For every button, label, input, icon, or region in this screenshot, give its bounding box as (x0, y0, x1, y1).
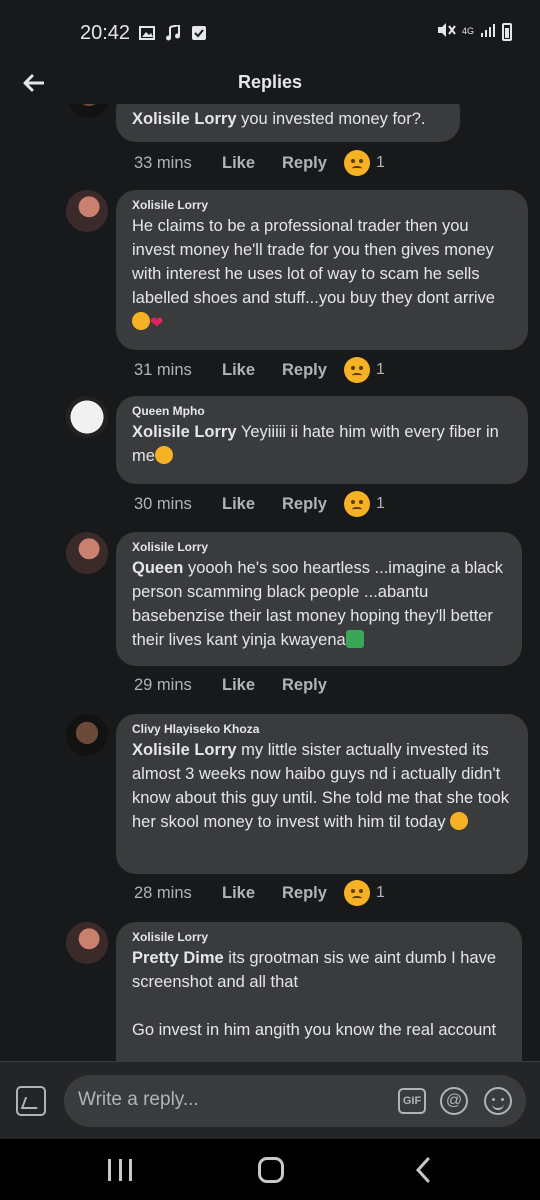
mention[interactable]: Queen (132, 559, 183, 577)
comment-actions: 33 mins Like Reply 1 (134, 150, 385, 176)
comment-actions: 28 mins Like Reply 1 (134, 880, 385, 906)
broken-heart-emoji: ❤ (150, 315, 164, 332)
avatar[interactable] (68, 104, 110, 118)
check-notification-icon (190, 24, 208, 42)
mention[interactable]: Xolisile Lorry (132, 423, 237, 441)
status-notifications (138, 24, 208, 42)
like-button[interactable]: Like (222, 154, 282, 173)
reply-button[interactable]: Reply (282, 884, 342, 903)
like-button[interactable]: Like (222, 495, 282, 514)
reply-button[interactable]: Reply (282, 154, 342, 173)
avatar[interactable] (66, 922, 108, 964)
header: Replies (0, 64, 540, 104)
mention[interactable]: Pretty Dime (132, 949, 224, 967)
like-button[interactable]: Like (222, 676, 282, 695)
comment-text-paragraph: Go invest in him angith you know the rea… (132, 1021, 497, 1039)
status-system-icons: 4G (436, 22, 512, 41)
comment-text: He claims to be a professional trader th… (132, 214, 512, 336)
comment-bubble: Clivy Hlayiseko Khoza Xolisile Lorry my … (116, 714, 528, 874)
reaction-count: 1 (376, 495, 385, 512)
music-notification-icon (164, 24, 182, 42)
comment-actions: 31 mins Like Reply 1 (134, 357, 385, 383)
system-nav-bar (0, 1139, 540, 1200)
gif-icon[interactable]: GIF (398, 1088, 426, 1114)
comment-bubble: Queen Mpho Xolisile Lorry Yeyiiiii ii ha… (116, 396, 528, 484)
reaction-summary[interactable]: 1 (344, 880, 385, 906)
reply-composer: Write a reply... GIF @ (0, 1061, 540, 1139)
comment-text: Xolisile Lorry you invested money for?. (132, 110, 426, 128)
photo-icon[interactable] (16, 1086, 46, 1116)
comment-actions: 29 mins Like Reply (134, 676, 342, 695)
mention[interactable]: Xolisile Lorry (132, 110, 237, 128)
status-bar: 20:42 4G (0, 0, 540, 64)
comment-author[interactable]: Xolisile Lorry (132, 930, 506, 944)
comment-author[interactable]: Queen Mpho (132, 404, 512, 418)
comment-bubble: Xolisile Lorry Pretty Dime its grootman … (116, 922, 522, 1061)
network-type: 4G (461, 26, 474, 36)
comment-time: 33 mins (134, 153, 192, 172)
reply-button[interactable]: Reply (282, 495, 342, 514)
comment-time: 29 mins (134, 676, 192, 694)
mute-icon (436, 22, 456, 41)
sad-reaction-icon (344, 150, 370, 176)
image-notification-icon (138, 24, 156, 42)
crying-face-emoji (450, 812, 469, 830)
home-button[interactable] (258, 1157, 284, 1183)
comment-text: Pretty Dime its grootman sis we aint dum… (132, 949, 497, 991)
reaction-count: 1 (376, 154, 385, 171)
reply-input[interactable]: Write a reply... GIF @ (64, 1075, 526, 1127)
avatar[interactable] (66, 532, 108, 574)
reaction-count: 1 (376, 361, 385, 378)
persevering-face-emoji (132, 312, 150, 330)
avatar[interactable] (66, 714, 108, 756)
reply-button[interactable]: Reply (282, 676, 342, 695)
comment-text: Queen yoooh he's soo heartless ...imagin… (132, 559, 503, 649)
avatar[interactable] (66, 190, 108, 232)
reply-placeholder: Write a reply... (78, 1089, 199, 1110)
reaction-summary[interactable]: 1 (344, 491, 385, 517)
status-time: 20:42 (80, 22, 131, 44)
comment-author[interactable]: Xolisile Lorry (132, 540, 506, 554)
signal-icon (480, 23, 496, 40)
avatar[interactable] (66, 396, 108, 438)
like-button[interactable]: Like (222, 884, 282, 903)
reaction-count: 1 (376, 884, 385, 901)
reply-button[interactable]: Reply (282, 361, 342, 380)
replies-feed[interactable]: Xolisile Lorry you invested money for?. … (0, 104, 540, 1061)
sad-reaction-icon (344, 357, 370, 383)
comment-author[interactable]: Clivy Hlayiseko Khoza (132, 722, 512, 736)
comment-bubble: Xolisile Lorry Queen yoooh he's soo hear… (116, 532, 522, 666)
comment-author[interactable]: Xolisile Lorry (132, 198, 512, 212)
reaction-summary[interactable]: 1 (344, 357, 385, 383)
nav-back-button[interactable] (412, 1157, 436, 1183)
like-button[interactable]: Like (222, 361, 282, 380)
sad-reaction-icon (344, 880, 370, 906)
page-title: Replies (237, 72, 303, 92)
comment-time: 31 mins (134, 360, 192, 379)
comment-time: 28 mins (134, 883, 192, 902)
comment-text: Xolisile Lorry my little sister actually… (132, 741, 509, 831)
recents-button[interactable] (108, 1159, 132, 1181)
comment-text: Xolisile Lorry Yeyiiiii ii hate him with… (132, 423, 499, 465)
comment-time: 30 mins (134, 494, 192, 513)
comment-bubble: Xolisile Lorry He claims to be a profess… (116, 190, 528, 350)
comment-actions: 30 mins Like Reply 1 (134, 491, 385, 517)
at-icon[interactable]: @ (440, 1087, 468, 1115)
walking-sign-emoji (345, 630, 364, 648)
reaction-summary[interactable]: 1 (344, 150, 385, 176)
comment-bubble: Xolisile Lorry you invested money for?. (116, 104, 460, 142)
mention[interactable]: Xolisile Lorry (132, 741, 237, 759)
expressionless-face-emoji (154, 446, 173, 464)
chevron-left-icon (415, 1157, 430, 1183)
battery-icon (502, 22, 512, 41)
smiley-icon[interactable] (484, 1087, 512, 1115)
sad-reaction-icon (344, 491, 370, 517)
